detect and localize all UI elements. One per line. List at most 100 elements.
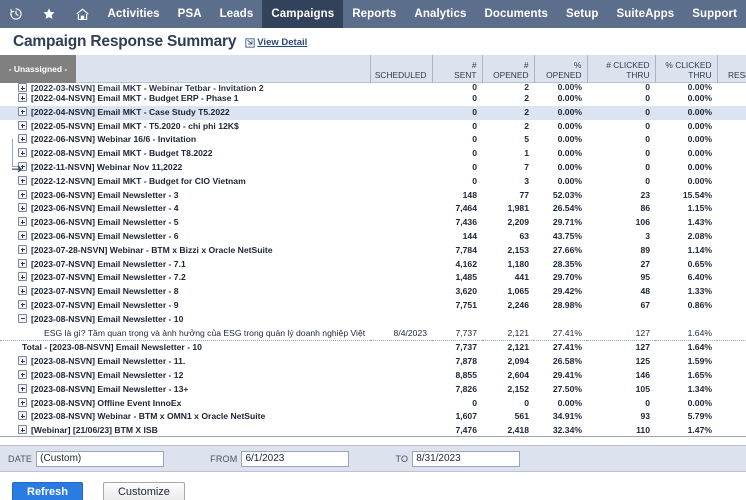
nav-item-setup[interactable]: Setup	[557, 0, 607, 28]
campaign-name-cell[interactable]: [2023-06-NSVN] Email Newsletter - 6	[0, 230, 370, 244]
view-detail-label[interactable]: View Detail	[257, 37, 307, 48]
campaign-name-cell[interactable]: [2023-07-NSVN] Email Newsletter - 9	[0, 299, 370, 313]
expand-plus-icon[interactable]	[18, 120, 27, 130]
expand-plus-icon[interactable]	[18, 93, 27, 102]
nav-item-leads[interactable]: Leads	[211, 0, 263, 28]
campaign-name-cell[interactable]: [2023-08-NSVN] Email Newsletter - 13+	[0, 383, 370, 397]
campaign-name-cell[interactable]: ESG là gì? Tầm quan trọng và ảnh hưởng c…	[0, 326, 370, 342]
col-header-pct-clicked-thru[interactable]: % CLICKED THRU	[654, 55, 717, 83]
campaign-name-cell[interactable]: [2023-07-28-NSVN] Webinar - BTM x Bizzi …	[0, 244, 370, 258]
cell-clicked-thru: 127	[635, 342, 650, 353]
expand-plus-icon[interactable]	[18, 425, 27, 435]
col-header-opened[interactable]: # OPENED	[481, 55, 534, 83]
nav-item-activities[interactable]: Activities	[99, 0, 169, 28]
expand-plus-icon[interactable]	[18, 203, 27, 213]
campaign-name-cell[interactable]: Total - [2023-08-NSVN] Email Newsletter …	[0, 341, 370, 355]
campaign-name-cell[interactable]: [2022-04-NSVN] Email MKT - Budget ERP - …	[0, 92, 370, 106]
expand-plus-icon[interactable]	[18, 369, 27, 379]
table-row-total[interactable]: Total - [2023-08-NSVN] Email Newsletter …	[0, 341, 746, 355]
campaign-name-cell[interactable]: [2023-08-NSVN] Webinar - BTM x OMN1 x Or…	[0, 410, 370, 424]
table-row[interactable]: [2022-08-NSVN] Email MKT - Budget T8.202…	[0, 147, 746, 161]
nav-item-campaigns[interactable]: Campaigns	[262, 0, 344, 28]
expand-plus-icon[interactable]	[18, 397, 27, 407]
date-range-input[interactable]	[36, 450, 165, 467]
table-row[interactable]: [2023-08-NSVN] Email Newsletter - 13+ 7,8…	[0, 383, 746, 397]
expand-plus-icon[interactable]	[18, 83, 27, 92]
table-row[interactable]: [2023-08-NSVN] Email Newsletter - 11. 7,8…	[0, 355, 746, 369]
nav-item-analytics[interactable]: Analytics	[405, 0, 475, 28]
expand-plus-icon[interactable]	[18, 272, 27, 282]
table-row[interactable]: [2023-07-NSVN] Email Newsletter - 9 7,751…	[0, 299, 746, 313]
from-date-input[interactable]	[241, 450, 350, 467]
table-row[interactable]: [2023-08-NSVN] Offline Event InnoEx 0 0 0.0…	[0, 397, 746, 411]
expand-plus-icon[interactable]	[18, 286, 27, 296]
nav-item-documents[interactable]: Documents	[475, 0, 557, 28]
table-row[interactable]: [2023-08-NSVN] Email Newsletter - 10	[0, 313, 746, 327]
campaign-name-cell[interactable]: [2023-06-NSVN] Email Newsletter - 3	[0, 189, 370, 203]
expand-plus-icon[interactable]	[18, 411, 27, 421]
refresh-button[interactable]: Refresh	[12, 481, 83, 500]
expand-plus-icon[interactable]	[18, 106, 27, 116]
table-row[interactable]: [2023-08-NSVN] Webinar - BTM x OMN1 x Or…	[0, 410, 746, 424]
expand-plus-icon[interactable]	[18, 217, 27, 227]
expand-plus-icon[interactable]	[18, 383, 27, 393]
table-row[interactable]: [2023-07-NSVN] Email Newsletter - 7.2 1,4…	[0, 271, 746, 285]
table-row[interactable]: [2023-07-NSVN] Email Newsletter - 8 3,620…	[0, 285, 746, 299]
campaign-name-cell[interactable]: [2022-04-NSVN] Email MKT - Case Study T5…	[0, 105, 370, 120]
campaign-name-cell[interactable]: [2023-07-NSVN] Email Newsletter - 7.2	[0, 271, 370, 285]
expand-plus-icon[interactable]	[18, 258, 27, 268]
campaign-name-cell[interactable]: [2022-03-NSVN] Email MKT - Webinar Tetba…	[0, 83, 370, 92]
campaign-name-cell[interactable]: [2023-07-NSVN] Email Newsletter - 7.1	[0, 258, 370, 272]
table-row[interactable]: [2023-07-28-NSVN] Webinar - BTM x Bizzi …	[0, 244, 746, 258]
campaign-name-cell[interactable]: [2023-08-NSVN] Offline Event InnoEx	[0, 397, 370, 411]
table-row-detail[interactable]: ESG là gì? Tầm quan trọng và ảnh hưởng c…	[0, 326, 746, 342]
expand-plus-icon[interactable]	[18, 299, 27, 309]
table-row[interactable]: [2023-06-NSVN] Email Newsletter - 6 144 63…	[0, 230, 746, 244]
campaign-name-cell[interactable]: [2023-08-NSVN] Email Newsletter - 12	[0, 369, 370, 383]
expand-plus-icon[interactable]	[18, 175, 27, 185]
table-row[interactable]: [2023-06-NSVN] Email Newsletter - 3 148 77…	[0, 189, 746, 203]
view-detail-link-wrap[interactable]: View Detail	[245, 37, 307, 48]
campaign-name-cell[interactable]: [2023-07-NSVN] Email Newsletter - 8	[0, 285, 370, 299]
to-date-input[interactable]	[412, 450, 521, 467]
favorites-star-icon[interactable]	[33, 0, 66, 28]
table-row[interactable]: [2023-06-NSVN] Email Newsletter - 5 7,436…	[0, 216, 746, 230]
home-icon[interactable]	[66, 0, 99, 28]
campaign-name-cell[interactable]: [2022-11-NSVN] Webinar Nov 11,2022	[0, 161, 370, 175]
campaign-name-cell[interactable]: [2022-05-NSVN] Email MKT - T5.2020 - chi…	[0, 120, 370, 134]
recent-history-icon[interactable]	[0, 0, 33, 28]
table-row[interactable]: [2022-04-NSVN] Email MKT - Budget ERP - …	[0, 92, 746, 106]
col-header-clicked-thru[interactable]: # CLICKED THRU	[586, 55, 655, 83]
nav-item-suiteapps[interactable]: SuiteApps	[607, 0, 683, 28]
table-row[interactable]: [2022-11-NSVN] Webinar Nov 11,2022 0 7 0.00…	[0, 161, 746, 175]
col-header-sent[interactable]: # SENT	[431, 55, 482, 83]
collapse-minus-icon[interactable]	[18, 313, 27, 323]
nav-item-psa[interactable]: PSA	[169, 0, 211, 28]
nav-item-support[interactable]: Support	[683, 0, 746, 28]
col-header-responded[interactable]: #RESPONDED	[716, 55, 746, 83]
expand-plus-icon[interactable]	[18, 189, 27, 199]
table-row[interactable]: [2022-03-NSVN] Email MKT - Webinar Tetba…	[0, 83, 746, 92]
table-row[interactable]: [2022-06-NSVN] Webinar 16/6 - Invitation…	[0, 133, 746, 147]
campaign-name-cell[interactable]: [2022-08-NSVN] Email MKT - Budget T8.202…	[0, 147, 370, 161]
campaign-name-cell[interactable]: [2022-06-NSVN] Webinar 16/6 - Invitation	[0, 133, 370, 147]
col-header-pct-opened[interactable]: % OPENED	[533, 55, 587, 83]
table-row[interactable]: [2022-04-NSVN] Email MKT - Case Study T5…	[0, 105, 746, 120]
table-row[interactable]: [2022-12-NSVN] Email MKT - Budget for CI…	[0, 175, 746, 189]
expand-plus-icon[interactable]	[18, 230, 27, 240]
nav-item-reports[interactable]: Reports	[343, 0, 405, 28]
campaign-name-cell[interactable]: [2023-08-NSVN] Email Newsletter - 11.	[0, 355, 370, 369]
expand-plus-icon[interactable]	[18, 244, 27, 254]
table-row[interactable]: [2023-06-NSVN] Email Newsletter - 4 7,464…	[0, 202, 746, 216]
customize-button[interactable]: Customize	[102, 481, 185, 500]
campaign-name-cell[interactable]: [2023-06-NSVN] Email Newsletter - 4	[0, 202, 370, 216]
campaign-name-cell[interactable]: [2023-06-NSVN] Email Newsletter - 5	[0, 216, 370, 230]
campaign-name-cell[interactable]: [2023-08-NSVN] Email Newsletter - 10	[0, 313, 370, 327]
table-row[interactable]: [2022-05-NSVN] Email MKT - T5.2020 - chi…	[0, 120, 746, 134]
group-tab-unassigned[interactable]: - Unassigned -	[0, 55, 76, 83]
campaign-name-cell[interactable]: [2022-12-NSVN] Email MKT - Budget for CI…	[0, 175, 370, 189]
col-header-scheduled[interactable]: SCHEDULED	[369, 55, 432, 83]
table-row[interactable]: [2023-08-NSVN] Email Newsletter - 12 8,85…	[0, 369, 746, 383]
table-row[interactable]: [2023-07-NSVN] Email Newsletter - 7.1 4,1…	[0, 258, 746, 272]
expand-plus-icon[interactable]	[18, 356, 27, 366]
